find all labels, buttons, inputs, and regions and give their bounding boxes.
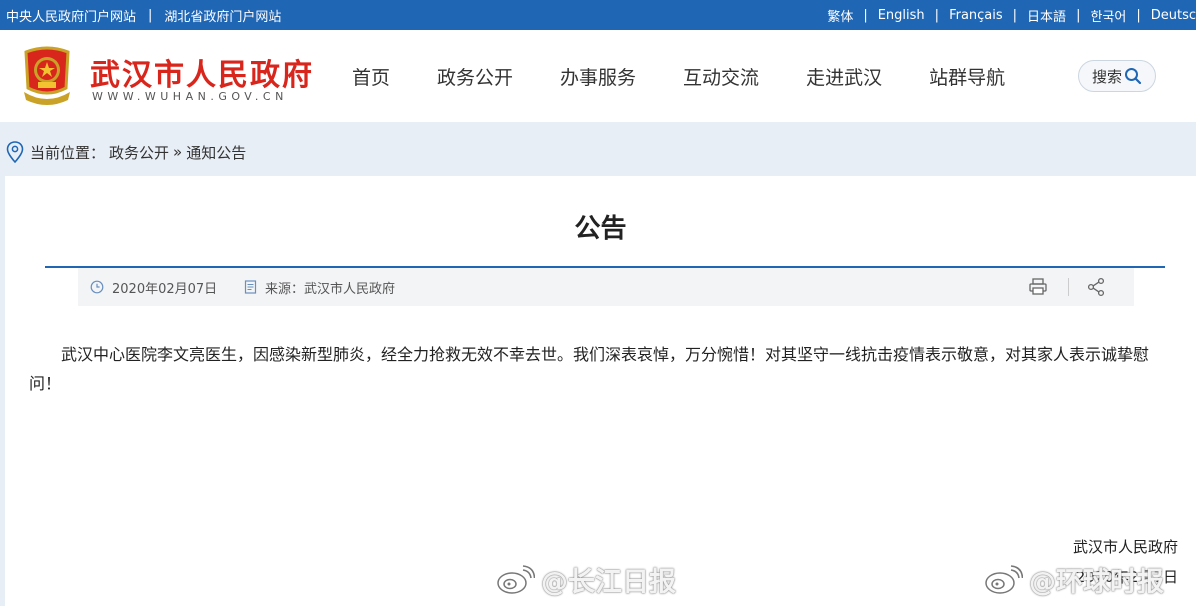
print-icon[interactable] (1028, 277, 1048, 297)
nav-interaction[interactable]: 互动交流 (683, 63, 759, 90)
breadcrumb-item-notices[interactable]: 通知公告 (186, 142, 246, 163)
article-source-text: 来源：武汉市人民政府 (265, 281, 396, 297)
link-hubei-government[interactable]: 湖北省政府门户网站 (164, 6, 281, 25)
article-date-text: 2020年02月07日 (112, 281, 218, 297)
top-bar: 中央人民政府门户网站 | 湖北省政府门户网站 繁体 | English | Fr… (0, 0, 1196, 30)
separator: | (934, 7, 940, 23)
article-date: 2020年02月07日 (90, 268, 217, 306)
lang-japanese[interactable]: 日本語 (1027, 6, 1066, 25)
nav-about-wuhan[interactable]: 走进武汉 (806, 63, 882, 90)
article-body: 武汉中心医院李文亮医生，因感染新型肺炎，经全力抢救无效不幸去世。我们深表哀悼，万… (29, 345, 1150, 393)
nav-site-group[interactable]: 站群导航 (929, 63, 1005, 90)
nav-services[interactable]: 办事服务 (560, 63, 636, 90)
breadcrumb: 当前位置： 政务公开 » 通知公告 (0, 130, 250, 174)
watermark-huanqiu: @环球时报 (983, 560, 1164, 599)
lang-traditional-chinese[interactable]: 繁体 (827, 6, 853, 25)
search-button[interactable]: 搜索 (1078, 60, 1156, 92)
separator: | (1076, 7, 1081, 23)
separator: | (1012, 7, 1018, 23)
weibo-icon (497, 564, 535, 594)
lang-german[interactable]: Deutsc (1151, 8, 1196, 23)
lang-french[interactable]: Français (949, 8, 1003, 23)
watermark-changjiang: @长江日报 (495, 560, 676, 599)
clock-icon (90, 280, 104, 294)
site-header: 武汉市人民政府 WWW.WUHAN.GOV.CN 首页 政务公开 办事服务 互动… (0, 30, 1196, 122)
weibo-icon (985, 564, 1023, 594)
separator: | (1136, 7, 1141, 23)
breadcrumb-separator: » (173, 143, 183, 161)
nav-home[interactable]: 首页 (352, 63, 390, 90)
article-source: 来源：武汉市人民政府 (244, 268, 395, 306)
site-url: WWW.WUHAN.GOV.CN (92, 90, 288, 103)
article-title: 公告 (574, 214, 627, 244)
lang-korean[interactable]: 한국어 (1090, 6, 1126, 25)
lang-english[interactable]: English (878, 8, 925, 23)
search-label: 搜索 (1091, 67, 1122, 86)
breadcrumb-item-government-affairs[interactable]: 政务公开 (109, 142, 169, 163)
breadcrumb-prefix: 当前位置： (30, 143, 106, 162)
nav-government-affairs[interactable]: 政务公开 (437, 63, 513, 90)
main-nav: 首页 政务公开 办事服务 互动交流 走进武汉 站群导航 (352, 63, 1052, 90)
separator: | (863, 7, 868, 23)
watermark-text: @长江日报 (541, 567, 676, 598)
emblem-icon[interactable] (18, 46, 76, 108)
location-pin-icon (6, 141, 24, 163)
separator: | (148, 7, 153, 23)
watermark-text: @环球时报 (1029, 567, 1164, 598)
share-icon[interactable] (1086, 277, 1106, 297)
site-name[interactable]: 武汉市人民政府 (90, 50, 314, 94)
article-panel: 公告 2020年02月07日 来源：武汉市人民政府 武汉中心医院李文亮医生，因感… (5, 176, 1196, 606)
divider (1068, 278, 1069, 296)
top-bar-left-links: 中央人民政府门户网站 | 湖北省政府门户网站 (6, 0, 281, 30)
search-icon (1125, 68, 1142, 85)
document-icon (244, 280, 257, 294)
article-meta-bar: 2020年02月07日 来源：武汉市人民政府 (78, 268, 1134, 306)
link-central-government[interactable]: 中央人民政府门户网站 (6, 6, 136, 25)
language-switcher: 繁体 | English | Français | 日本語 | 한국어 | De… (827, 0, 1196, 30)
signature-organization: 武汉市人民政府 (1072, 538, 1178, 556)
